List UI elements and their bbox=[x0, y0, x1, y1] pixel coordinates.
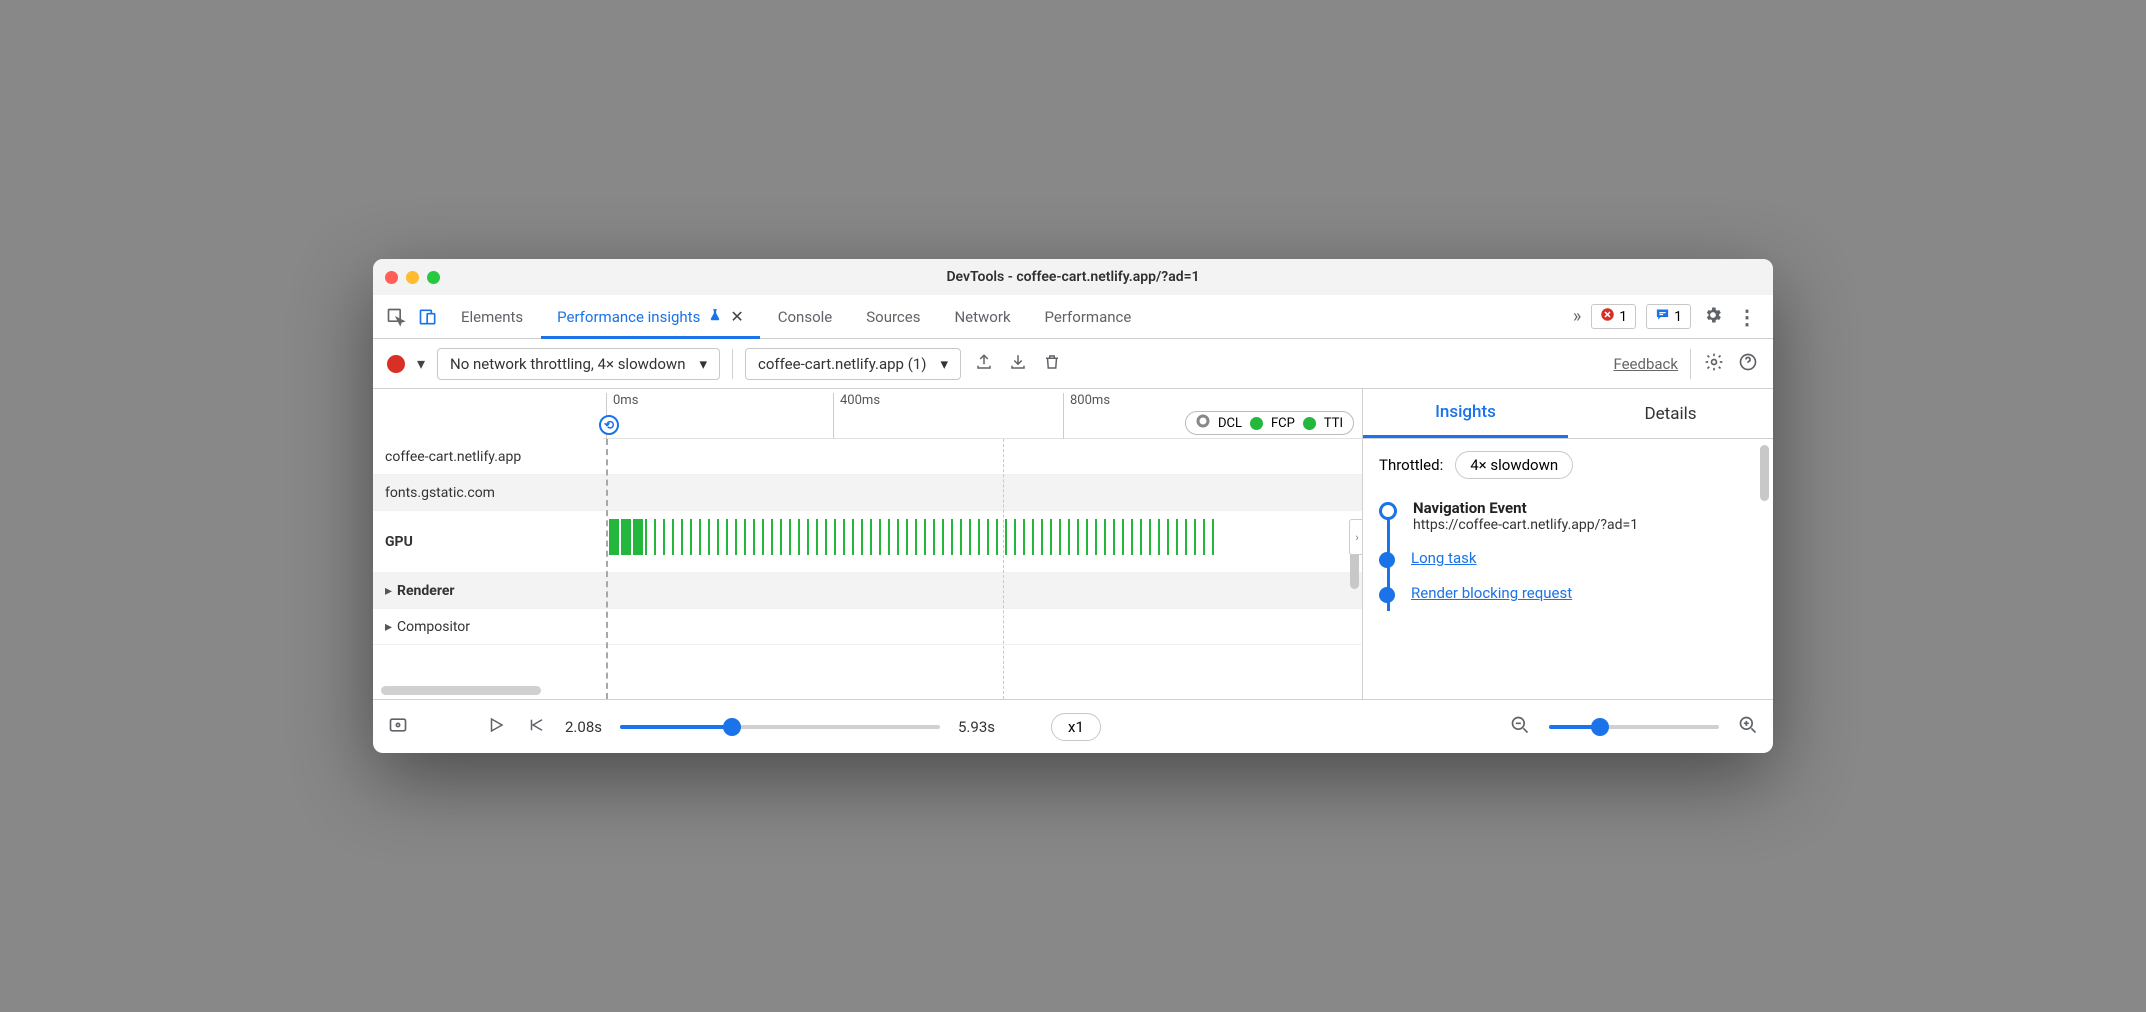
zoom-slider[interactable] bbox=[1549, 725, 1719, 729]
gpu-activity-bars bbox=[609, 519, 1356, 555]
vertical-scrollbar[interactable] bbox=[1760, 445, 1769, 501]
renderer-track-row[interactable]: ▸ Renderer bbox=[373, 573, 1362, 609]
throttling-select[interactable]: No network throttling, 4× slowdown ▾ bbox=[437, 348, 720, 380]
collapse-side-panel-button[interactable]: › bbox=[1349, 519, 1363, 555]
chevron-down-icon: ▾ bbox=[699, 355, 707, 373]
tab-elements[interactable]: Elements bbox=[445, 295, 539, 339]
help-icon[interactable] bbox=[1737, 352, 1759, 376]
panel-tabstrip: Elements Performance insights ✕ Console … bbox=[373, 295, 1773, 339]
preview-toggle-icon[interactable] bbox=[387, 715, 409, 739]
playback-end-time: 5.93s bbox=[958, 718, 995, 736]
more-tabs-button[interactable]: » bbox=[1573, 306, 1581, 327]
throttling-info: Throttled: 4× slowdown bbox=[1363, 439, 1773, 491]
tab-console[interactable]: Console bbox=[762, 295, 849, 339]
zoom-in-icon[interactable] bbox=[1737, 715, 1759, 739]
insight-event-render-blocking[interactable]: Render blocking request bbox=[1379, 576, 1757, 611]
event-bullet-icon bbox=[1379, 552, 1395, 568]
guide-line bbox=[1003, 439, 1004, 699]
side-panel: Insights Details Throttled: 4× slowdown … bbox=[1363, 389, 1773, 699]
playback-speed-pill[interactable]: x1 bbox=[1051, 713, 1101, 741]
feedback-link[interactable]: Feedback bbox=[1613, 355, 1678, 373]
error-icon bbox=[1600, 307, 1615, 326]
tab-network[interactable]: Network bbox=[938, 295, 1026, 339]
side-panel-tabs: Insights Details bbox=[1363, 389, 1773, 439]
maximize-window-button[interactable] bbox=[427, 271, 440, 284]
playback-bar: 2.08s 5.93s x1 bbox=[373, 699, 1773, 753]
main-content: ⟲ 0ms 400ms 800ms DCL FCP TTI coffe bbox=[373, 389, 1773, 699]
chevron-down-icon: ▾ bbox=[941, 355, 949, 373]
tracks-container: coffee-cart.netlify.app fonts.gstatic.co… bbox=[373, 439, 1362, 699]
cursor-line bbox=[606, 439, 608, 699]
reset-viewport-icon[interactable]: ⟲ bbox=[599, 415, 619, 435]
expand-arrow-icon[interactable]: ▸ bbox=[385, 583, 397, 599]
tab-performance[interactable]: Performance bbox=[1029, 295, 1148, 339]
errors-badge[interactable]: 1 bbox=[1591, 304, 1636, 329]
window-title: DevTools - coffee-cart.netlify.app/?ad=1 bbox=[373, 269, 1773, 285]
close-window-button[interactable] bbox=[385, 271, 398, 284]
dcl-marker-icon bbox=[1196, 414, 1210, 432]
ruler-tick: 400ms bbox=[833, 393, 880, 439]
tab-performance-insights[interactable]: Performance insights ✕ bbox=[541, 295, 760, 339]
record-options-dropdown[interactable]: ▾ bbox=[417, 354, 425, 373]
event-bullet-icon bbox=[1379, 587, 1395, 603]
insight-event-navigation[interactable]: Navigation Event https://coffee-cart.net… bbox=[1379, 491, 1757, 541]
tti-marker-icon bbox=[1303, 417, 1316, 430]
time-ruler[interactable]: 0ms 400ms 800ms DCL FCP TTI bbox=[603, 389, 1362, 439]
recording-select[interactable]: coffee-cart.netlify.app (1) ▾ bbox=[745, 348, 961, 380]
zoom-out-icon[interactable] bbox=[1509, 715, 1531, 739]
network-track-row[interactable]: fonts.gstatic.com bbox=[373, 475, 1362, 511]
timeline-panel: ⟲ 0ms 400ms 800ms DCL FCP TTI coffe bbox=[373, 389, 1363, 699]
close-tab-button[interactable]: ✕ bbox=[730, 307, 743, 326]
minimize-window-button[interactable] bbox=[406, 271, 419, 284]
message-icon bbox=[1655, 307, 1670, 326]
network-track-row[interactable]: coffee-cart.netlify.app bbox=[373, 439, 1362, 475]
tab-sources[interactable]: Sources bbox=[850, 295, 936, 339]
import-icon[interactable] bbox=[1007, 353, 1029, 375]
timing-markers-legend[interactable]: DCL FCP TTI bbox=[1185, 411, 1354, 435]
ruler-tick: 800ms bbox=[1063, 393, 1110, 439]
kebab-menu-icon[interactable]: ⋮ bbox=[1735, 305, 1759, 329]
fcp-marker-icon bbox=[1250, 417, 1263, 430]
playback-slider[interactable] bbox=[620, 725, 940, 729]
traffic-lights bbox=[385, 271, 440, 284]
insight-event-long-task[interactable]: Long task bbox=[1379, 541, 1757, 576]
throttling-pill[interactable]: 4× slowdown bbox=[1455, 451, 1573, 479]
expand-arrow-icon[interactable]: ▸ bbox=[385, 619, 397, 635]
device-toolbar-icon[interactable] bbox=[413, 302, 443, 332]
export-icon[interactable] bbox=[973, 353, 995, 375]
play-button[interactable] bbox=[485, 716, 507, 738]
panel-settings-icon[interactable] bbox=[1703, 352, 1725, 376]
event-bullet-icon bbox=[1379, 502, 1397, 520]
experiment-icon bbox=[708, 308, 722, 326]
record-button[interactable] bbox=[387, 355, 405, 373]
rewind-button[interactable] bbox=[525, 716, 547, 738]
tab-insights[interactable]: Insights bbox=[1363, 389, 1568, 438]
settings-icon[interactable] bbox=[1701, 305, 1725, 329]
insights-toolbar: ▾ No network throttling, 4× slowdown ▾ c… bbox=[373, 339, 1773, 389]
compositor-track-row[interactable]: ▸ Compositor bbox=[373, 609, 1362, 645]
inspect-element-icon[interactable] bbox=[381, 302, 411, 332]
playback-start-time: 2.08s bbox=[565, 718, 602, 736]
devtools-window: DevTools - coffee-cart.netlify.app/?ad=1… bbox=[373, 259, 1773, 753]
messages-badge[interactable]: 1 bbox=[1646, 304, 1691, 329]
titlebar: DevTools - coffee-cart.netlify.app/?ad=1 bbox=[373, 259, 1773, 295]
delete-icon[interactable] bbox=[1041, 353, 1063, 375]
insights-timeline: Navigation Event https://coffee-cart.net… bbox=[1363, 491, 1773, 611]
horizontal-scrollbar[interactable] bbox=[381, 686, 541, 695]
tab-details[interactable]: Details bbox=[1568, 389, 1773, 438]
